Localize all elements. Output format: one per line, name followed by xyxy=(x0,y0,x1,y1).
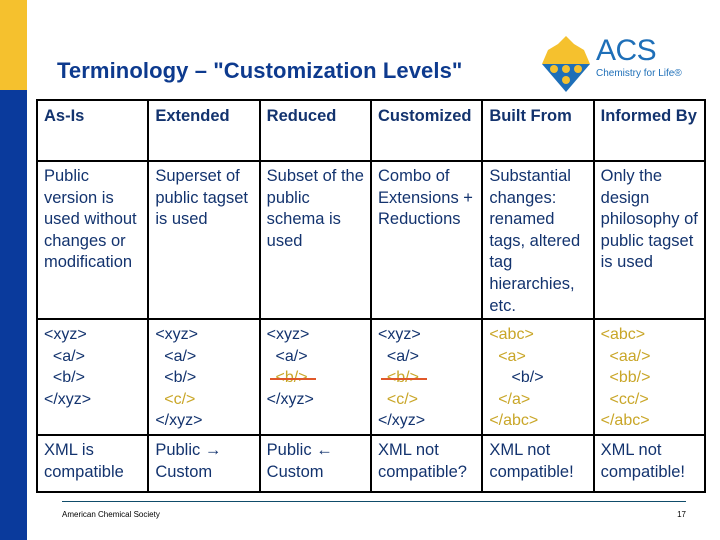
tag: <a/> xyxy=(52,347,85,365)
changed-tag: <c/> xyxy=(386,390,419,408)
xml-code-line: </xyz> xyxy=(155,410,252,432)
xml-code-line: <a> xyxy=(489,346,586,368)
changed-tag: </a> xyxy=(498,390,531,408)
removed-tag: <b/> xyxy=(269,367,316,389)
footer-divider xyxy=(62,501,686,502)
compatibility-cell: XML not compatible? xyxy=(369,434,484,493)
xml-code-line: <xyz> xyxy=(378,324,475,346)
compatibility-cell: XML not compatible! xyxy=(481,434,595,493)
changed-tag: <cc/> xyxy=(609,390,649,408)
xml-code-line: <b/> xyxy=(267,367,364,389)
removed-tag: <b/> xyxy=(380,367,427,389)
logo-abbreviation: ACS xyxy=(596,34,657,67)
changed-tag: <bb/> xyxy=(609,369,651,386)
tag: <b/> xyxy=(52,369,85,386)
xml-example-cell: <abc> <a> <b/> </a> </abc> xyxy=(481,318,595,436)
logo-tagline: Chemistry for Life® xyxy=(596,68,682,79)
xml-code-line: <a/> xyxy=(44,346,141,368)
xml-code-line: </xyz> xyxy=(44,389,141,411)
xml-code-line: <a/> xyxy=(378,346,475,368)
xml-code-line: <abc> xyxy=(489,324,586,346)
page-number: 17 xyxy=(677,510,686,519)
tag: <b/> xyxy=(511,369,544,386)
tag: </xyz> xyxy=(377,412,426,429)
compatibility-cell: Public ← Custom xyxy=(258,434,372,493)
xml-code-line: </abc> xyxy=(489,410,586,432)
xml-code-line: <b/> xyxy=(44,367,141,389)
xml-example-cell: <xyz> <a/> <b/> </xyz> xyxy=(35,318,150,436)
xml-code-line: <cc/> xyxy=(601,389,698,411)
tag: <xyz> xyxy=(266,326,310,343)
xml-code-line: <b/> xyxy=(378,367,475,389)
customization-levels-table: As-Is Extended Reduced Customized Built … xyxy=(35,99,707,493)
sidebar-accent-yellow xyxy=(0,0,27,90)
description-cell: Public version is used without changes o… xyxy=(35,160,150,320)
header-customized: Customized xyxy=(369,99,484,162)
header-row: As-Is Extended Reduced Customized Built … xyxy=(35,99,707,162)
changed-tag: <c/> xyxy=(164,390,196,408)
xml-code-line: <c/> xyxy=(378,389,475,411)
xml-code-line: <a/> xyxy=(267,346,364,368)
description-row: Public version is used without changes o… xyxy=(35,160,707,320)
changed-tag: <aa/> xyxy=(609,347,651,365)
tag: <b/> xyxy=(164,369,197,386)
slide-title: Terminology – "Customization Levels" xyxy=(57,58,463,83)
xml-code-line: <c/> xyxy=(155,389,252,411)
tag: </xyz> xyxy=(266,390,314,408)
tag: <xyz> xyxy=(155,326,199,343)
xml-code-line: <bb/> xyxy=(601,367,698,389)
tag: <xyz> xyxy=(44,326,87,343)
header-built-from: Built From xyxy=(481,99,595,162)
tag: <a/> xyxy=(386,347,419,365)
description-cell: Subset of the public schema is used xyxy=(258,160,372,320)
xml-example-cell: <xyz> <a/> <b/> <c/> </xyz> xyxy=(147,318,261,436)
changed-tag: <a> xyxy=(498,347,526,365)
xml-code-line: <xyz> xyxy=(267,324,364,346)
acs-seal-icon xyxy=(542,36,590,92)
xml-code-line: <xyz> xyxy=(44,324,141,346)
xml-code-line: </abc> xyxy=(601,410,698,432)
header-reduced: Reduced xyxy=(258,99,372,162)
compatibility-cell: XML not compatible! xyxy=(592,434,707,493)
footer-organization: American Chemical Society xyxy=(62,510,160,519)
xml-code-line: <aa/> xyxy=(601,346,698,368)
description-cell: Superset of public tagset is used xyxy=(147,160,261,320)
xml-code-line: <b/> xyxy=(155,367,252,389)
xml-code-line: <a/> xyxy=(155,346,252,368)
tag: </xyz> xyxy=(155,412,203,429)
xml-code-line: <xyz> xyxy=(155,324,252,346)
tag: <xyz> xyxy=(377,326,421,343)
xml-example-cell: <abc> <aa/> <bb/> <cc/> </abc> xyxy=(592,318,707,436)
tag: </xyz> xyxy=(44,390,92,408)
example-row: <xyz> <a/> <b/> </xyz> <xyz> <a/> <b/> <c… xyxy=(35,318,707,436)
compatibility-cell: XML is compatible xyxy=(35,434,150,493)
acs-logo: ACS Chemistry for Life® xyxy=(540,34,690,94)
changed-tag: </abc> xyxy=(600,412,650,429)
compatibility-row: XML is compatible Public → Custom Public… xyxy=(35,434,707,493)
header-informed-by: Informed By xyxy=(592,99,707,162)
header-extended: Extended xyxy=(147,99,261,162)
xml-example-cell: <xyz> <a/> <b/> </xyz> xyxy=(258,318,372,436)
xml-code-line: </xyz> xyxy=(378,410,475,432)
description-cell: Combo of Extensions + Reductions xyxy=(369,160,484,320)
description-cell: Only the design philosophy of public tag… xyxy=(592,160,707,320)
changed-tag: <abc> xyxy=(489,326,534,343)
description-cell: Substantial changes: renamed tags, alter… xyxy=(481,160,595,320)
xml-code-line: <abc> xyxy=(601,324,698,346)
xml-code-line: </xyz> xyxy=(267,389,364,411)
xml-code-line: </a> xyxy=(489,389,586,411)
changed-tag: </abc> xyxy=(489,412,539,429)
changed-tag: <abc> xyxy=(600,326,646,343)
xml-example-cell: <xyz> <a/> <b/> <c/> </xyz> xyxy=(369,318,484,436)
xml-code-line: <b/> xyxy=(489,367,586,389)
tag: <a/> xyxy=(164,347,197,365)
sidebar-accent-blue xyxy=(0,90,27,540)
header-as-is: As-Is xyxy=(35,99,150,162)
tag: <a/> xyxy=(275,347,308,365)
compatibility-cell: Public → Custom xyxy=(147,434,261,493)
